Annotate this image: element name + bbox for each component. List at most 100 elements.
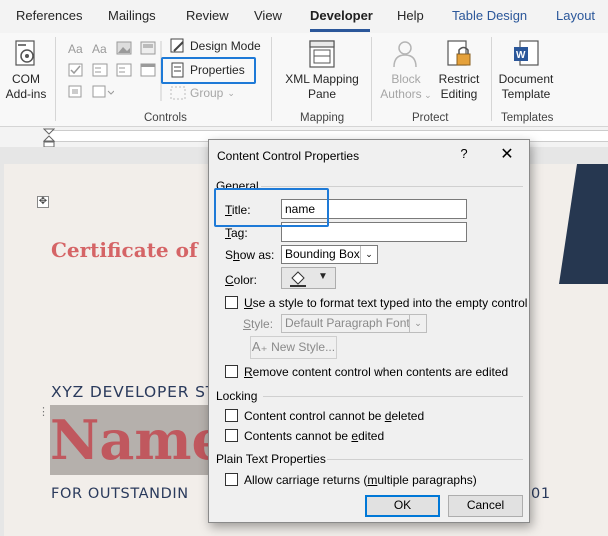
svg-text:Aa: Aa [68, 42, 83, 55]
show-as-select[interactable]: Bounding Box ⌄ [281, 245, 378, 264]
style-label: Style: [243, 317, 274, 331]
use-style-checkbox[interactable] [225, 296, 238, 309]
ok-button[interactable]: OK [365, 495, 440, 517]
active-tab-indicator [310, 29, 370, 32]
ribbon-tab-row: References Mailings Review View Develope… [0, 0, 608, 33]
com-addins-line1: COM [12, 72, 40, 86]
new-style-icon: A₊ [251, 339, 272, 354]
block-authors-button[interactable]: Block Authors ⌄ [378, 39, 434, 103]
cannot-edit-label: Contents cannot be edited [244, 429, 385, 443]
block-authors-line2: Authors [380, 87, 422, 101]
decorative-stripe [559, 164, 608, 284]
certificate-title: Certificate of [51, 238, 198, 262]
tag-label: Tag: [225, 226, 248, 240]
document-template-line2: Template [501, 87, 551, 101]
controls-group-label: Controls [144, 112, 187, 124]
tab-view[interactable]: View [254, 8, 282, 23]
show-as-value: Bounding Box [285, 247, 360, 261]
style-select[interactable]: Default Paragraph Font ⌄ [281, 314, 427, 333]
tab-help[interactable]: Help [397, 8, 424, 23]
style-value: Default Paragraph Font [285, 316, 410, 330]
name-placeholder[interactable]: Name [50, 406, 210, 474]
table-move-handle-icon[interactable]: ✥ [37, 196, 49, 208]
tab-review[interactable]: Review [186, 8, 229, 23]
design-mode-label: Design Mode [190, 39, 261, 53]
date-picker-control-icon[interactable] [140, 63, 156, 77]
chevron-down-icon: ⌄ [409, 315, 426, 332]
properties-highlight [161, 57, 256, 84]
cancel-button[interactable]: Cancel [448, 495, 523, 517]
section-divider [327, 459, 523, 460]
word-document-icon: W [514, 40, 539, 66]
dropdown-list-control-icon[interactable] [116, 63, 132, 77]
repeating-section-control-icon[interactable] [92, 85, 115, 99]
section-divider [263, 396, 523, 397]
xml-mapping-pane-button[interactable]: XML Mapping Pane [280, 39, 364, 102]
chevron-down-icon: ⌄ [227, 87, 235, 98]
cannot-edit-checkbox[interactable] [225, 429, 238, 442]
svg-text:Aa: Aa [92, 42, 107, 55]
tab-mailings[interactable]: Mailings [108, 8, 156, 23]
use-style-label: Use a style to format text typed into th… [244, 296, 528, 310]
paint-bucket-icon [290, 271, 306, 287]
mapping-group-label: Mapping [300, 112, 345, 124]
group-separator [271, 37, 272, 121]
design-mode-button[interactable]: Design Mode [170, 38, 261, 54]
dropdown-arrow-icon: ▼ [318, 271, 328, 282]
picture-control-icon[interactable] [116, 41, 132, 55]
block-authors-icon [393, 41, 417, 68]
new-style-button[interactable]: A₊ New Style... [250, 336, 337, 359]
tab-table-design[interactable]: Table Design [452, 8, 527, 23]
title-field-highlight [214, 188, 329, 227]
restrict-editing-button[interactable]: Restrict Editing [434, 39, 484, 102]
cannot-delete-checkbox[interactable] [225, 409, 238, 422]
outstanding-line: FOR OUTSTANDIN [51, 486, 189, 502]
legacy-tools-icon[interactable] [68, 85, 84, 99]
protect-group-label: Protect [412, 112, 449, 124]
plain-text-control-icon[interactable]: Aa [92, 41, 108, 56]
group-separator [55, 37, 56, 121]
templates-group-label: Templates [501, 112, 554, 124]
checkbox-control-icon[interactable] [68, 63, 84, 77]
document-template-line1: Document [498, 72, 554, 86]
chevron-down-icon: ⌄ [360, 246, 377, 263]
group-button[interactable]: Group ⌄ [170, 86, 235, 100]
outstanding-tail: 01 [531, 486, 551, 502]
new-style-label: New Style... [271, 340, 336, 354]
allow-returns-checkbox[interactable] [225, 473, 238, 486]
content-control-handle-icon[interactable]: ⋮ [38, 407, 49, 422]
ribbon: COM Add-ins Aa Aa Design Mode Properties… [0, 33, 608, 127]
remove-control-checkbox[interactable] [225, 365, 238, 378]
tab-developer[interactable]: Developer [310, 8, 373, 23]
tab-references[interactable]: References [16, 8, 82, 23]
plain-text-section-label: Plain Text Properties [216, 452, 326, 466]
dialog-title: Content Control Properties [217, 149, 360, 163]
design-mode-icon [170, 38, 184, 53]
developer-line: XYZ DEVELOPER ST [51, 383, 216, 401]
show-as-label: Show as: [225, 248, 275, 262]
group-separator [371, 37, 372, 121]
lock-document-icon [447, 40, 471, 66]
combo-box-control-icon[interactable] [92, 63, 108, 77]
document-template-button[interactable]: W Document Template [494, 39, 558, 102]
color-label: Color: [225, 273, 258, 287]
help-icon[interactable]: ? [457, 146, 471, 161]
block-authors-line1: Block [391, 72, 421, 86]
color-picker-button[interactable]: ▼ [281, 267, 336, 289]
restrict-editing-line2: Editing [440, 87, 478, 101]
xml-mapping-line2: Pane [307, 87, 337, 101]
remove-control-label: Remove content control when contents are… [244, 365, 509, 379]
com-addins-button[interactable]: COM Add-ins [2, 39, 50, 102]
tab-layout[interactable]: Layout [556, 8, 595, 23]
cannot-delete-label: Content control cannot be deleted [244, 409, 425, 423]
section-divider [261, 186, 523, 187]
com-addins-line2: Add-ins [5, 87, 47, 101]
xml-mapping-icon [309, 40, 335, 68]
restrict-editing-line1: Restrict [438, 72, 480, 86]
chevron-down-icon: ⌄ [421, 90, 432, 100]
building-block-control-icon[interactable] [140, 41, 156, 55]
close-icon[interactable]: ✕ [498, 144, 516, 164]
group-icon [170, 86, 186, 100]
rich-text-control-icon[interactable]: Aa [68, 41, 84, 56]
allow-returns-label: Allow carriage returns (multiple paragra… [244, 473, 477, 487]
